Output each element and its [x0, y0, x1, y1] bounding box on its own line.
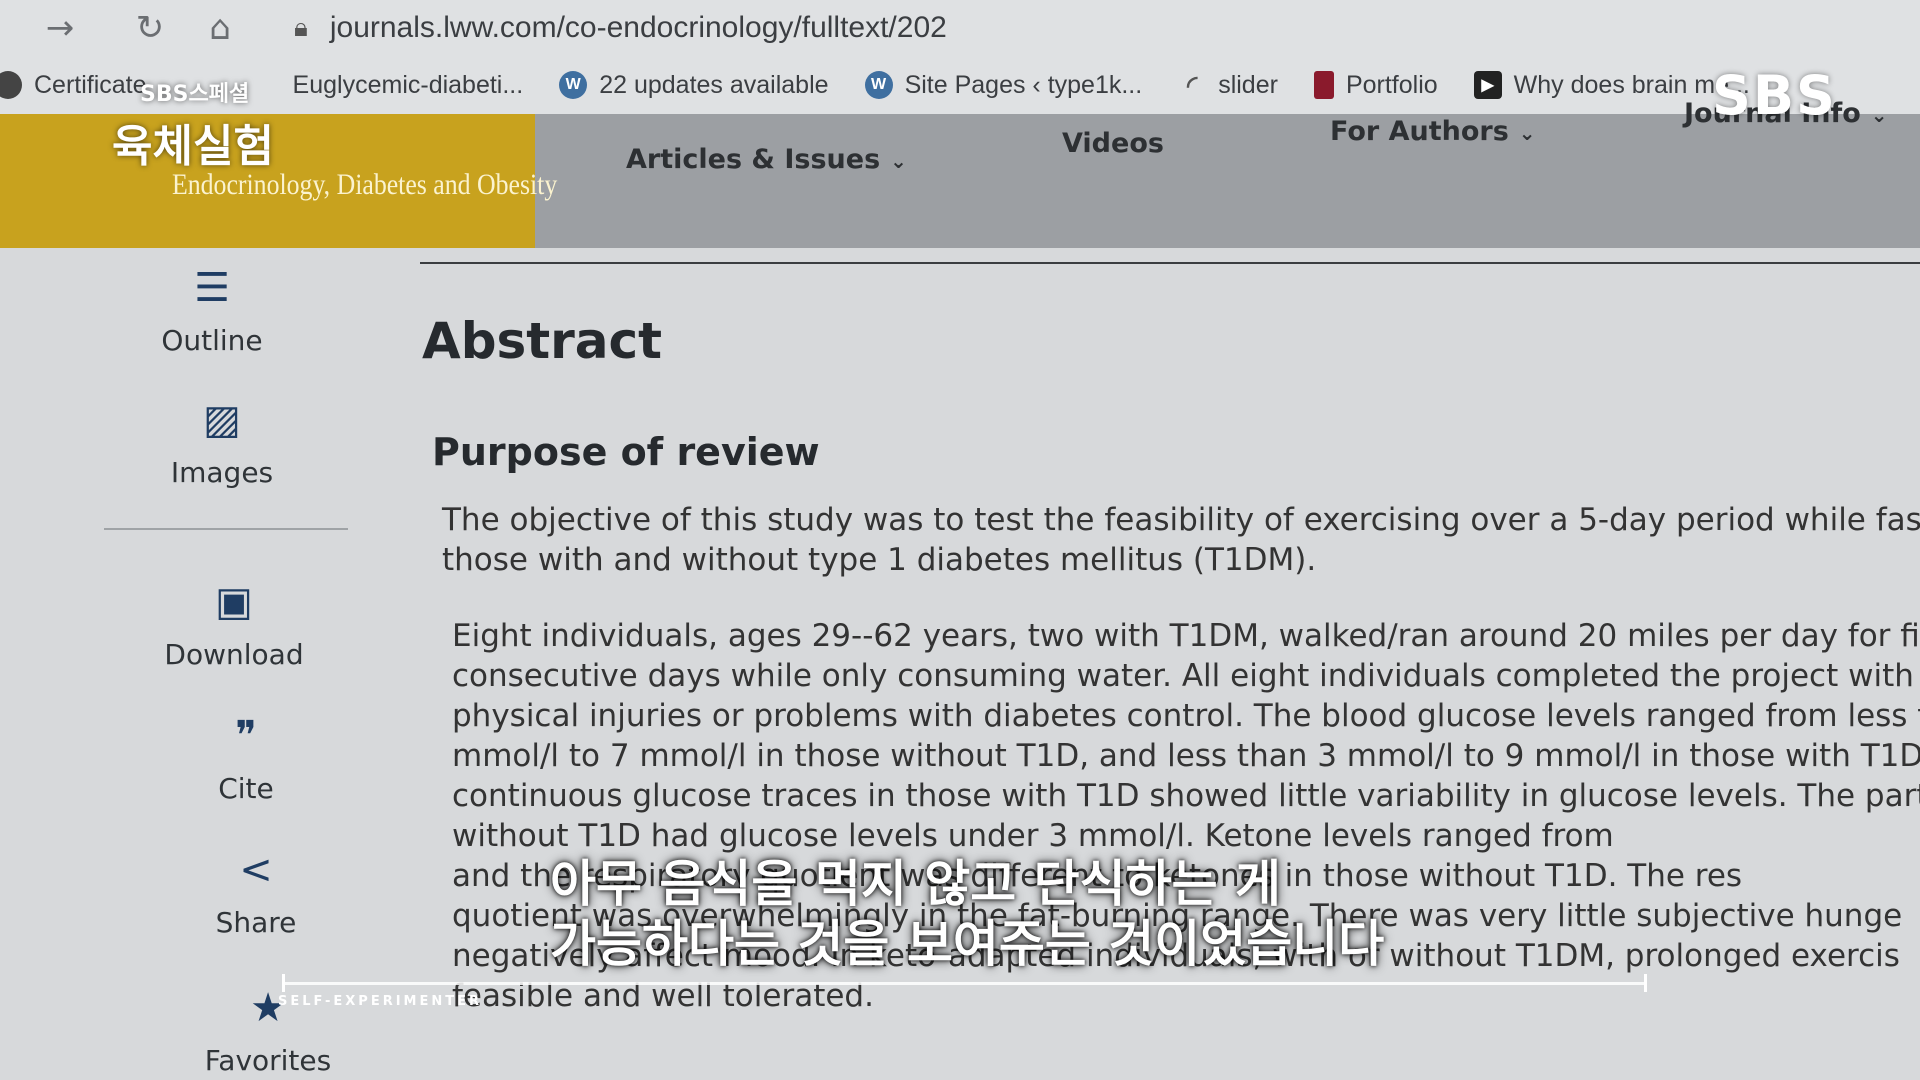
- quote-icon: ❞: [235, 713, 257, 759]
- share-button[interactable]: < Share: [156, 846, 356, 939]
- subtitle-line: 가능하다는 것을 보여주는 것이었습니다: [550, 915, 1385, 973]
- show-badge: SBS스페셜 육체실험: [112, 76, 274, 174]
- text-line: The objective of this study was to test …: [442, 502, 1920, 538]
- chevron-down-icon: ⌄: [1870, 103, 1888, 127]
- rule-tick: [282, 974, 285, 992]
- show-title: 육체실험: [112, 121, 274, 172]
- menu-articles-issues[interactable]: Articles & Issues ⌄: [626, 144, 907, 175]
- images-button[interactable]: ▨ Images: [122, 396, 322, 489]
- bookmark-label: Portfolio: [1345, 70, 1438, 99]
- bookmark-euglycemic[interactable]: Euglycemic-diabeti...: [293, 71, 524, 100]
- address-bar[interactable]: journals.lww.com/co-endocrinology/fullte…: [330, 11, 947, 45]
- bookmark-label: 22 updates available: [599, 70, 829, 99]
- subtitle-caption: 아무 음식을 먹지 않고 단식하는 게 가능하다는 것을 보여주는 것이었습니다: [550, 854, 1450, 974]
- purpose-heading: Purpose of review: [432, 430, 820, 474]
- journal-header: Endocrinology, Diabetes and Obesity Arti…: [0, 98, 1920, 248]
- wordpress-icon: W: [559, 71, 588, 99]
- menu-for-authors[interactable]: For Authors ⌄: [1330, 116, 1536, 147]
- bookmark-site-pages[interactable]: W Site Pages ‹ type1k...: [864, 70, 1143, 100]
- sidebar-divider: [104, 528, 348, 530]
- text-line: mmol/l to 7 mmol/l in those without T1D,…: [452, 738, 1920, 774]
- download-label: Download: [164, 638, 304, 671]
- show-network: SBS스페셜: [140, 82, 250, 107]
- bookmark-brain[interactable]: ▶ Why does brain me...: [1473, 71, 1750, 100]
- outline-label: Outline: [161, 324, 263, 357]
- article-tools-sidebar: ☰ Outline ▨ Images ▣ Download ❞ Cite < S…: [0, 248, 380, 1080]
- favorites-label: Favorites: [204, 1044, 332, 1077]
- abstract-heading: Abstract: [422, 312, 663, 370]
- purpose-paragraph: The objective of this study was to test …: [442, 500, 1920, 580]
- chevron-down-icon: ⌄: [1518, 121, 1536, 145]
- text-line: consecutive days while only consuming wa…: [452, 658, 1920, 694]
- flag-icon: [1313, 71, 1334, 99]
- lock-icon: 🔒︎: [294, 12, 308, 43]
- download-button[interactable]: ▣ Download: [134, 578, 334, 671]
- text-line: physical injuries or problems with diabe…: [452, 698, 1920, 734]
- header-divider: [420, 262, 1920, 264]
- images-label: Images: [170, 456, 274, 489]
- wordpress-icon: W: [864, 71, 893, 99]
- text-line: Eight individuals, ages 29--62 years, tw…: [452, 618, 1920, 654]
- menu-label: For Authors: [1330, 116, 1509, 147]
- chevron-down-icon: ⌄: [890, 149, 907, 173]
- text-line: those with and without type 1 diabetes m…: [442, 542, 1317, 578]
- share-label: Share: [215, 906, 297, 939]
- menu-label: Videos: [1062, 128, 1164, 159]
- list-icon: ☰: [194, 265, 230, 311]
- network-logo: SBS: [1712, 64, 1837, 127]
- menu-videos[interactable]: Videos: [1062, 128, 1164, 159]
- bookmark-label: slider: [1218, 70, 1278, 99]
- reload-icon[interactable]: ↻: [130, 8, 170, 48]
- subtitle-line: 아무 음식을 먹지 않고 단식하는 게: [550, 855, 1282, 913]
- text-line: continuous glucose traces in those with …: [452, 778, 1920, 814]
- cite-label: Cite: [218, 772, 274, 805]
- rule-tick: [1644, 974, 1647, 992]
- forward-icon[interactable]: →: [40, 8, 80, 48]
- cite-button[interactable]: ❞ Cite: [146, 712, 346, 805]
- menu-label: Articles & Issues: [626, 144, 881, 175]
- bookmark-portfolio[interactable]: Portfolio: [1313, 70, 1438, 100]
- bookmark-label: Site Pages ‹ type1k...: [904, 70, 1143, 99]
- tagline: SELF-EXPERIMENTER: [278, 994, 483, 1009]
- browser-toolbar: → ↻ ⌂ 🔒︎ journals.lww.com/co-endocrinolo…: [0, 0, 1920, 56]
- outline-button[interactable]: ☰ Outline: [112, 264, 312, 357]
- share-icon: <: [239, 847, 273, 893]
- image-icon: ▨: [203, 397, 241, 443]
- loading-icon: ◜: [1187, 69, 1198, 100]
- bookmark-updates[interactable]: W 22 updates available: [559, 70, 829, 100]
- pdf-icon: ▣: [215, 579, 253, 625]
- bookmark-label: Euglycemic-diabeti...: [292, 70, 524, 99]
- home-icon[interactable]: ⌂: [200, 8, 240, 48]
- bookmarks-bar: Certificate Euglycemic-diabeti... W 22 u…: [0, 56, 1920, 114]
- globe-icon: [0, 71, 22, 99]
- text-line: without T1D had glucose levels under 3 m…: [452, 818, 1614, 854]
- play-icon: ▶: [1473, 71, 1502, 99]
- bookmark-slider[interactable]: ◜ slider: [1178, 69, 1278, 100]
- caption-rule: [282, 974, 1647, 992]
